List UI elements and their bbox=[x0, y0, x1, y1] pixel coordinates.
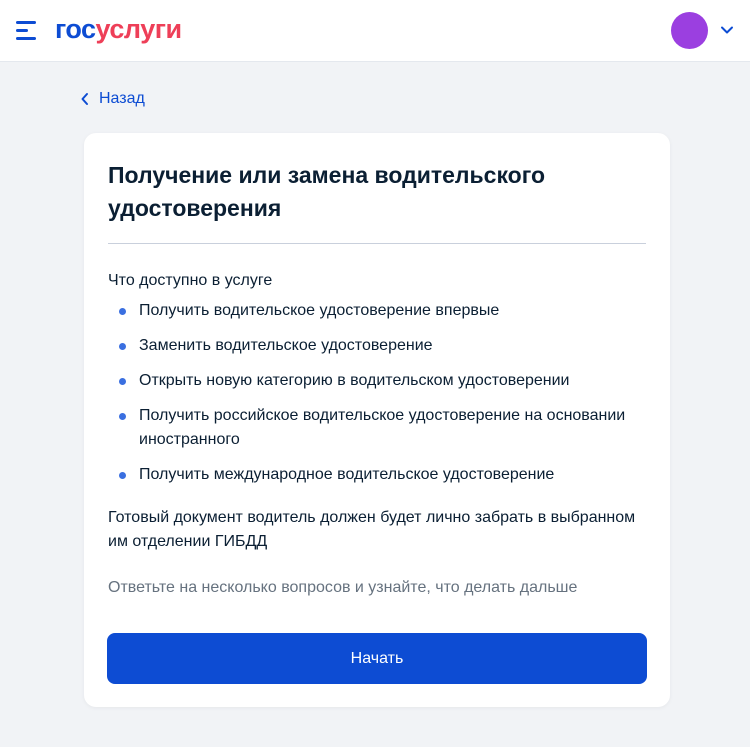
bullet-icon bbox=[119, 308, 126, 315]
burger-menu-icon[interactable] bbox=[16, 21, 38, 41]
logo-part-gos: гос bbox=[55, 14, 96, 44]
hint-text: Ответьте на несколько вопросов и узнайте… bbox=[108, 579, 578, 596]
bullet-icon bbox=[119, 472, 126, 479]
service-card: Получение или замена водительского удост… bbox=[84, 133, 670, 707]
gosuslugi-logo[interactable]: госуслуги bbox=[55, 14, 182, 45]
list-item: Заменить водительское удостоверение bbox=[108, 334, 648, 358]
start-button[interactable]: Начать bbox=[107, 633, 647, 684]
service-options-list: Получить водительское удостоверение впер… bbox=[108, 299, 648, 498]
list-item: Открыть новую категорию в водительском у… bbox=[108, 369, 648, 393]
logo-part-uslugi: услуги bbox=[95, 14, 183, 44]
bullet-icon bbox=[119, 378, 126, 385]
list-item-text: Заменить водительское удостоверение bbox=[139, 337, 433, 354]
chevron-down-icon[interactable] bbox=[720, 23, 734, 37]
list-item-text: Получить международное водительское удос… bbox=[139, 466, 555, 483]
back-label: Назад bbox=[99, 90, 145, 107]
page-title: Получение или замена водительского удост… bbox=[108, 162, 546, 221]
list-item: Получить международное водительское удос… bbox=[108, 463, 648, 487]
pickup-note: Готовый документ водитель должен будет л… bbox=[108, 509, 636, 550]
top-header: госуслуги bbox=[0, 0, 750, 62]
chevron-left-icon bbox=[81, 93, 88, 105]
avatar[interactable] bbox=[671, 12, 708, 49]
section-subtitle: Что доступно в услуге bbox=[108, 272, 273, 289]
list-item-text: Открыть новую категорию в водительском у… bbox=[139, 372, 570, 389]
list-item: Получить водительское удостоверение впер… bbox=[108, 299, 648, 323]
bullet-icon bbox=[119, 413, 126, 420]
back-link[interactable]: Назад bbox=[80, 88, 145, 110]
list-item: Получить российское водительское удостов… bbox=[108, 404, 648, 452]
bullet-icon bbox=[119, 343, 126, 350]
divider bbox=[108, 243, 646, 244]
list-item-text: Получить российское водительское удостов… bbox=[139, 407, 626, 448]
list-item-text: Получить водительское удостоверение впер… bbox=[139, 302, 500, 319]
